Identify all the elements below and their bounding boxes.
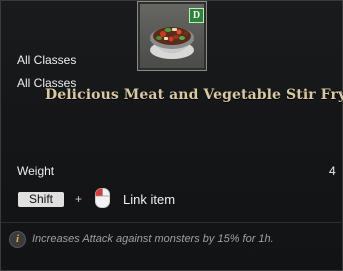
weight-value: 4 — [329, 164, 336, 178]
mouse-left-click-icon — [95, 188, 110, 208]
item-tooltip: D All Classes All Classes Delicious Meat… — [0, 0, 343, 271]
link-item-label[interactable]: Link item — [123, 192, 175, 207]
class-restriction: All Classes — [17, 53, 77, 67]
grade-badge: D — [189, 8, 204, 23]
effect-description: Increases Attack against monsters by 15%… — [32, 233, 274, 245]
weight-label: Weight — [17, 164, 55, 178]
item-name: Delicious Meat and Vegetable Stir Fry — [45, 87, 343, 103]
item-icon-frame: D — [137, 1, 207, 71]
shift-key-chip: Shift — [18, 192, 64, 207]
info-icon: i — [9, 231, 26, 248]
plus-sign: + — [75, 192, 83, 206]
divider — [1, 222, 342, 223]
